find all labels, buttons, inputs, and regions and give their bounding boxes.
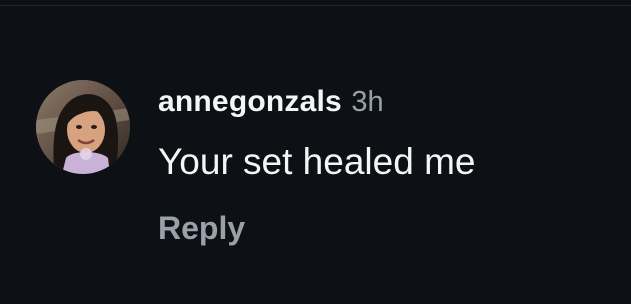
avatar-photo	[36, 80, 130, 174]
comments-screen: annegonzals 3h Your set healed me Reply	[0, 0, 631, 304]
comment-text: Your set healed me	[158, 141, 476, 182]
divider	[0, 5, 631, 6]
reply-button[interactable]: Reply	[158, 208, 245, 248]
username-link[interactable]: annegonzals	[158, 85, 342, 118]
comment-header: annegonzals 3h	[158, 84, 384, 125]
avatar[interactable]	[36, 80, 130, 174]
timestamp: 3h	[351, 86, 384, 118]
comment-item: annegonzals 3h Your set healed me Reply	[36, 80, 616, 260]
